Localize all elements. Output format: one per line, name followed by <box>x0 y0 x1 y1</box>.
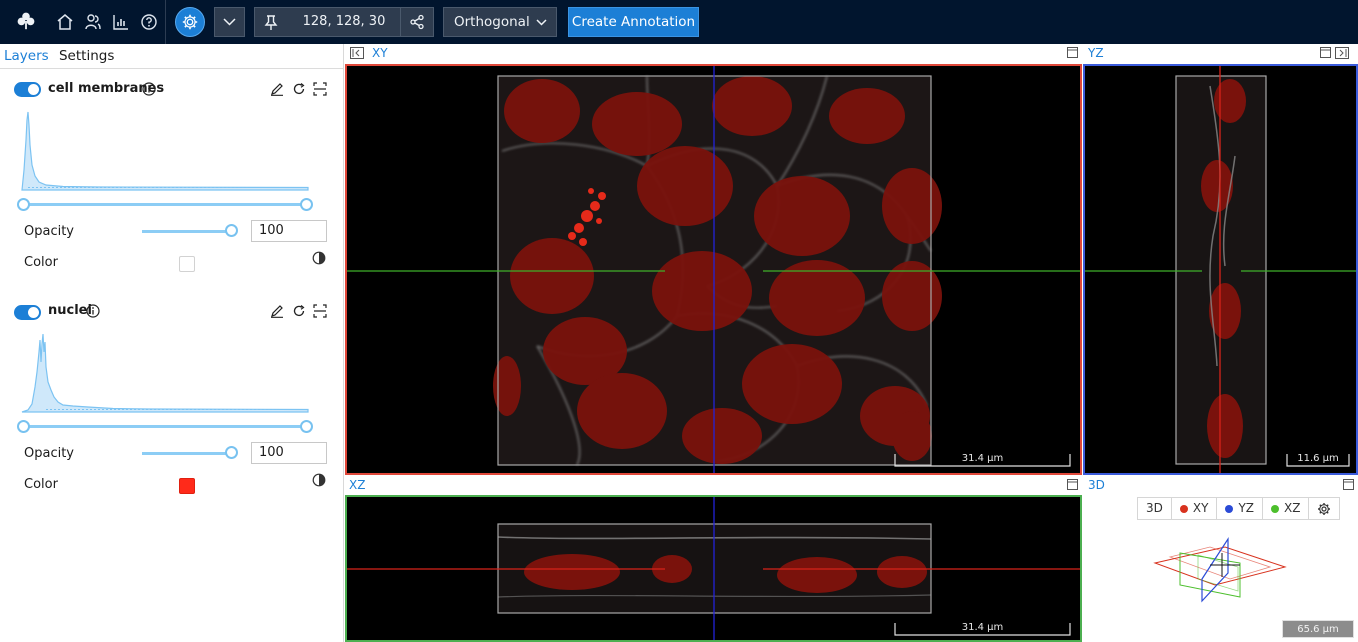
settings-button[interactable] <box>175 7 205 37</box>
clover-logo-icon[interactable] <box>16 11 38 33</box>
contrast-max-handle[interactable] <box>300 420 313 433</box>
share-icon <box>410 14 424 30</box>
3d-settings-button[interactable] <box>1309 498 1339 519</box>
view-3d-button[interactable]: 3D <box>1138 498 1172 519</box>
info-icon[interactable] <box>86 304 100 318</box>
view-yz-button[interactable]: YZ <box>1217 498 1263 519</box>
maximize-icon[interactable] <box>1343 479 1354 490</box>
chevron-down-icon <box>536 19 547 26</box>
collapse-left-icon[interactable] <box>350 47 364 59</box>
create-annotation-button[interactable]: Create Annotation <box>568 7 699 37</box>
edit-icon[interactable] <box>270 304 284 318</box>
reset-icon[interactable] <box>292 304 306 318</box>
view-xy-button[interactable]: XY <box>1172 498 1218 519</box>
opacity-input[interactable]: 100 <box>251 220 327 242</box>
fit-range-icon[interactable] <box>313 82 327 96</box>
reset-icon[interactable] <box>292 82 306 96</box>
fit-range-icon[interactable] <box>313 304 327 318</box>
help-icon[interactable] <box>139 12 159 32</box>
opacity-label: Opacity <box>24 224 75 239</box>
bar-chart-icon[interactable] <box>111 12 131 32</box>
view-mode-select[interactable]: Orthogonal <box>443 7 557 37</box>
people-icon[interactable] <box>83 12 103 32</box>
view-mode-value: Orthogonal <box>454 14 530 30</box>
collapse-right-icon[interactable] <box>1335 47 1349 59</box>
contrast-min-handle[interactable] <box>17 420 30 433</box>
xy-image <box>347 66 1080 473</box>
contrast-min-handle[interactable] <box>17 198 30 211</box>
scale-bar-label: 11.6 µm <box>1297 453 1339 464</box>
settings-icon <box>182 14 198 30</box>
settings-icon <box>1318 502 1331 515</box>
chevron-down-icon <box>223 18 236 26</box>
xz-dot <box>1271 504 1279 513</box>
viewport-xz[interactable]: 31.4 µm <box>345 495 1082 642</box>
viewport-label-xz: XZ <box>349 478 366 492</box>
maximize-icon[interactable] <box>1320 47 1331 58</box>
scale-bar-label: 31.4 µm <box>961 622 1004 633</box>
toolbar-divider <box>165 0 166 44</box>
pin-icon <box>264 15 278 30</box>
pin-button[interactable] <box>254 7 288 37</box>
contrast-range-track[interactable] <box>24 203 307 206</box>
color-label: Color <box>24 255 58 270</box>
yz-dot <box>1225 504 1234 513</box>
3d-planes-widget <box>1153 536 1287 603</box>
yz-image <box>1085 66 1356 473</box>
viewport-xy[interactable]: 31.4 µm <box>345 64 1082 475</box>
view-yz-label: YZ <box>1238 501 1254 515</box>
3d-scale-bar: 65.6 µm <box>1282 620 1354 638</box>
info-icon[interactable] <box>142 82 156 96</box>
xy-dot <box>1179 504 1188 513</box>
view-xy-label: XY <box>1192 501 1209 515</box>
opacity-input[interactable]: 100 <box>251 442 327 464</box>
view-3d-label: 3D <box>1146 501 1163 515</box>
viewport-label-xy: XY <box>372 46 388 60</box>
xz-image <box>347 497 1080 640</box>
scale-bar-label: 31.4 µm <box>961 453 1004 464</box>
layers-panel: Layers Settings cell membranes Opacity 1… <box>0 44 344 642</box>
view-xz-label: XZ <box>1284 501 1301 515</box>
color-swatch[interactable] <box>179 256 195 272</box>
maximize-icon[interactable] <box>1067 479 1078 490</box>
contrast-icon[interactable] <box>312 251 326 265</box>
contrast-range-track[interactable] <box>24 425 307 428</box>
intensity-histogram <box>21 111 309 191</box>
viewport-label-yz: YZ <box>1088 46 1104 60</box>
layer-cell-membranes: cell membranes Opacity 100 Color <box>0 70 344 300</box>
maximize-icon[interactable] <box>1067 47 1078 58</box>
opacity-slider-track[interactable] <box>142 230 232 233</box>
layer-nuclei: nuclei Opacity 100 Color <box>0 292 344 522</box>
coordinates-field[interactable]: 128, 128, 30 <box>287 7 401 37</box>
opacity-slider-track[interactable] <box>142 452 232 455</box>
layer-visibility-toggle[interactable] <box>14 305 41 320</box>
opacity-slider-handle[interactable] <box>225 224 238 237</box>
contrast-max-handle[interactable] <box>300 198 313 211</box>
tab-layers[interactable]: Layers <box>4 48 49 64</box>
dropdown-button[interactable] <box>214 7 245 37</box>
panel-tabs: Layers Settings <box>0 44 343 69</box>
tab-settings[interactable]: Settings <box>59 48 114 64</box>
share-button[interactable] <box>400 7 434 37</box>
color-swatch[interactable] <box>179 478 195 494</box>
contrast-icon[interactable] <box>312 473 326 487</box>
layer-visibility-toggle[interactable] <box>14 82 41 97</box>
edit-icon[interactable] <box>270 82 284 96</box>
viewport-label-3d: 3D <box>1088 478 1105 492</box>
opacity-slider-handle[interactable] <box>225 446 238 459</box>
3d-view-toolbar: 3D XY YZ XZ <box>1137 497 1341 520</box>
top-toolbar: 128, 128, 30 Orthogonal Create Annotatio… <box>0 0 1358 44</box>
intensity-histogram <box>21 333 309 413</box>
home-icon[interactable] <box>55 12 75 32</box>
opacity-label: Opacity <box>24 446 75 461</box>
color-label: Color <box>24 477 58 492</box>
viewport-yz[interactable]: 11.6 µm <box>1083 64 1358 475</box>
view-xz-button[interactable]: XZ <box>1263 498 1310 519</box>
